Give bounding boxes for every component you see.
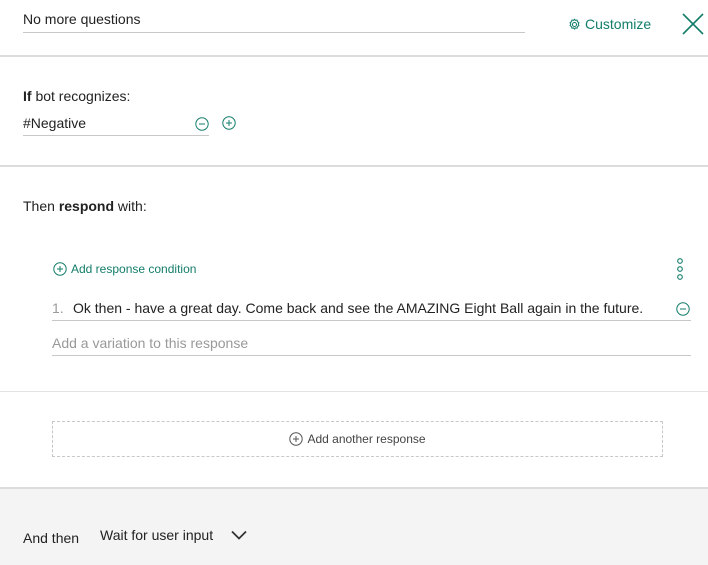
remove-variation-icon[interactable] [676,302,690,316]
node-name-field[interactable]: No more questions [23,11,525,33]
condition-label: If bot recognizes: [23,88,131,104]
section-divider [0,165,708,167]
add-response-condition-label: Add response condition [71,262,197,276]
condition-input[interactable]: #Negative [23,115,209,136]
add-another-response-button[interactable]: Add another response [52,421,663,457]
next-step-footer: And then Wait for user input [0,487,708,565]
chevron-down-icon [231,530,247,540]
variation-number: 1. [52,300,64,316]
node-name-value: No more questions [23,11,141,27]
customize-label: Customize [585,16,652,32]
remove-condition-icon[interactable] [195,117,209,131]
add-variation-placeholder: Add a variation to this response [52,335,249,351]
close-icon[interactable] [681,12,705,36]
add-variation-input[interactable]: Add a variation to this response [52,335,691,356]
and-then-label: And then [23,530,80,546]
add-response-condition-button[interactable]: Add response condition [53,262,196,276]
add-another-response-label: Add another response [307,432,426,446]
gear-icon [568,18,581,31]
response-label: Then respond with: [23,198,147,214]
response-variation-row[interactable]: 1. Ok then - have a great day. Come back… [52,298,691,321]
section-divider [0,391,708,392]
plus-circle-icon [289,432,304,446]
plus-circle-icon [53,262,67,276]
overflow-menu-icon[interactable] [673,257,687,283]
section-divider [0,55,708,57]
next-action-dropdown[interactable]: Wait for user input [100,527,247,543]
variation-text[interactable]: Ok then - have a great day. Come back an… [73,300,643,316]
customize-button[interactable]: Customize [568,15,651,33]
condition-value: #Negative [23,115,87,131]
next-action-value: Wait for user input [100,527,214,543]
add-condition-icon[interactable] [222,116,236,130]
